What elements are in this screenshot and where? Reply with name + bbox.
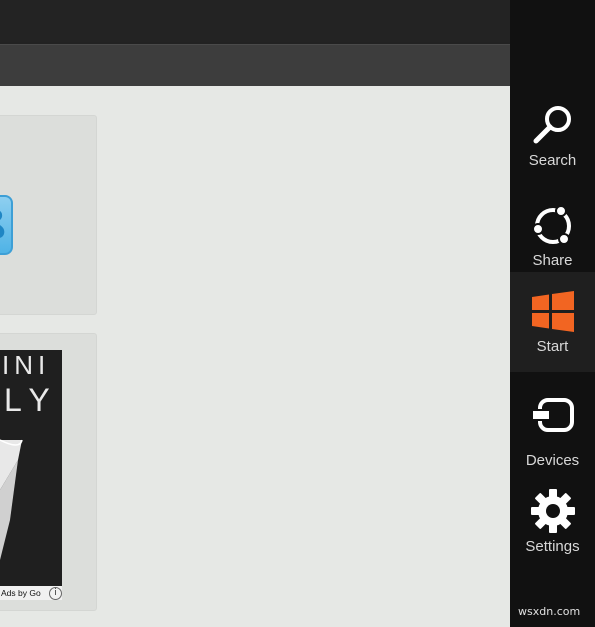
app-tile[interactable]: ß — [0, 115, 97, 315]
watermark: wsxdn.com — [518, 605, 581, 618]
charm-start-label: Start — [536, 338, 569, 355]
charm-devices-label: Devices — [525, 452, 580, 469]
browser-toolbar — [0, 44, 510, 86]
charm-start[interactable]: Start — [510, 272, 595, 372]
charm-devices[interactable]: Devices — [510, 386, 595, 486]
app-icon-glyph: ß — [0, 203, 5, 247]
search-icon — [533, 106, 571, 144]
ad-info-icon[interactable]: i — [49, 587, 62, 600]
page-content: ß INI LY Ads by Go i — [0, 86, 510, 627]
ad-banner[interactable]: INI LY Ads by Go i — [0, 350, 62, 600]
ad-text-line2: LY — [4, 382, 59, 418]
charms-bar: Search Share Start Devices Settings wsxd… — [510, 0, 595, 627]
screen: ß INI LY Ads by Go i Search — [0, 0, 595, 627]
charm-settings-label: Settings — [525, 538, 580, 555]
charm-search-label: Search — [528, 152, 577, 169]
charm-share-label: Share — [532, 252, 573, 269]
gear-icon — [531, 489, 575, 533]
charm-search[interactable]: Search — [510, 86, 595, 186]
app-icon: ß — [0, 195, 13, 255]
ad-text-line1: INI — [2, 350, 51, 380]
ad-artwork — [0, 439, 23, 560]
charm-settings[interactable]: Settings — [510, 486, 595, 586]
title-bar — [0, 0, 510, 44]
charm-share[interactable]: Share — [510, 186, 595, 286]
windows-logo-icon — [532, 291, 574, 332]
share-icon — [532, 205, 571, 245]
devices-icon — [531, 398, 574, 432]
